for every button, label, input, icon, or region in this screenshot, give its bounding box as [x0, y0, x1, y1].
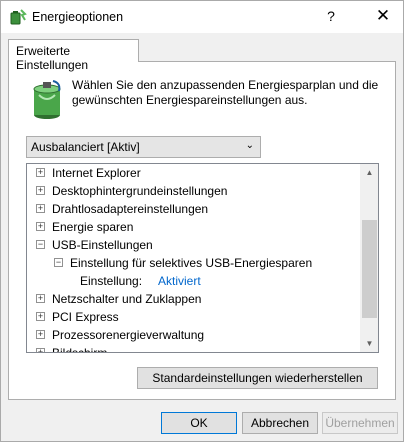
tree-item-label: Internet Explorer	[52, 166, 141, 180]
expand-icon[interactable]: +	[36, 222, 45, 231]
tree-item-label: PCI Express	[52, 310, 119, 324]
close-button[interactable]: ✕	[363, 1, 403, 31]
ok-button[interactable]: OK	[161, 412, 237, 434]
scroll-down-icon[interactable]: ▼	[360, 335, 378, 352]
setting-label: Einstellung:	[80, 274, 143, 288]
scroll-thumb[interactable]	[362, 220, 377, 318]
restore-defaults-button[interactable]: Standardeinstellungen wiederherstellen	[137, 367, 378, 389]
battery-icon	[33, 80, 61, 119]
tree-item-label: Einstellung für selektives USB-Energiesp…	[70, 256, 313, 270]
window-title: Energieoptionen	[32, 10, 124, 24]
help-button[interactable]: ?	[319, 4, 343, 28]
cancel-button[interactable]: Abbrechen	[242, 412, 318, 434]
collapse-icon[interactable]: −	[36, 240, 45, 249]
expand-icon[interactable]: +	[36, 330, 45, 339]
expand-icon[interactable]: +	[36, 186, 45, 195]
title-bar: Energieoptionen ? ✕	[1, 1, 403, 33]
tab-label: Erweiterte Einstellungen	[16, 44, 89, 72]
intro-text: Wählen Sie den anzupassenden Energiespar…	[72, 78, 379, 107]
collapse-icon[interactable]: −	[54, 258, 63, 267]
tree-scrollbar[interactable]: ▲ ▼	[360, 164, 378, 352]
tree-item-label: Netzschalter und Zuklappen	[52, 292, 202, 306]
expand-icon[interactable]: +	[36, 294, 45, 303]
tree-item-label: Energie sparen	[52, 220, 134, 234]
chevron-down-icon: ⌄	[245, 140, 254, 151]
tree-item-label: Drahtlosadaptereinstellungen	[52, 202, 209, 216]
tree-item-label: Desktophintergrundeinstellungen	[52, 184, 228, 198]
tree-item-label: Bildschirm	[52, 346, 108, 353]
apply-button[interactable]: Übernehmen	[322, 412, 398, 434]
power-plan-value: Ausbalanciert [Aktiv]	[31, 140, 140, 154]
expand-icon[interactable]: +	[36, 168, 45, 177]
power-plan-dropdown[interactable]: Ausbalanciert [Aktiv] ⌄	[26, 136, 261, 158]
tab-advanced-settings[interactable]: Erweiterte Einstellungen	[8, 39, 139, 72]
power-options-window: Energieoptionen ? ✕ Erweiterte Einstellu…	[0, 0, 404, 442]
tree-item-label: USB-Einstellungen	[52, 238, 153, 252]
expand-icon[interactable]: +	[36, 312, 45, 321]
settings-tree[interactable]: + Internet Explorer + Desktophintergrund…	[26, 163, 379, 353]
expand-icon[interactable]: +	[36, 348, 45, 352]
scroll-up-icon[interactable]: ▲	[360, 164, 378, 181]
expand-icon[interactable]: +	[36, 204, 45, 213]
power-options-icon	[10, 9, 27, 25]
setting-value-link[interactable]: Aktiviert	[158, 272, 201, 290]
tree-item-label: Prozessorenergieverwaltung	[52, 328, 205, 342]
